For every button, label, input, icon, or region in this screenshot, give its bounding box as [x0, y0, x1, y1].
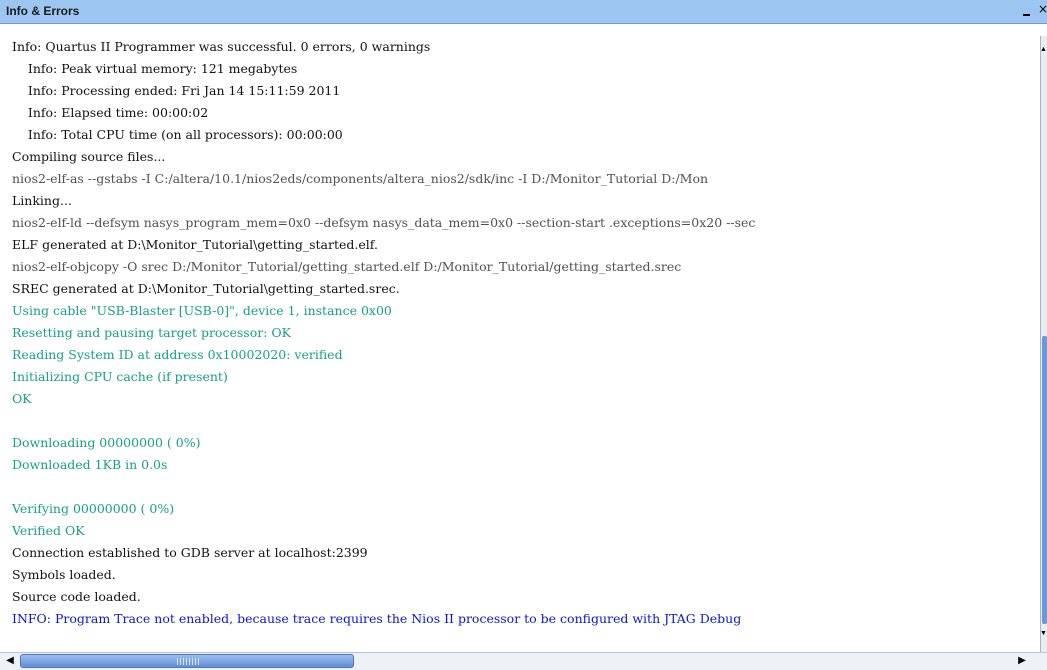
log-line: Info: Quartus II Programmer was successf… — [12, 39, 431, 54]
log-line: Resetting and pausing target processor: … — [12, 325, 291, 340]
log-line: Reading System ID at address 0x10002020:… — [12, 347, 343, 362]
panel-title: Info & Errors — [6, 4, 80, 18]
vertical-scrollbar[interactable]: ▲ ▼ — [1040, 36, 1047, 652]
panel-titlebar: Info & Errors × — [0, 0, 1047, 24]
horizontal-scrollbar[interactable]: ◀ ▶ — [0, 652, 1047, 670]
close-icon[interactable]: × — [1038, 2, 1047, 20]
log-line: Downloading 00000000 ( 0%) — [12, 435, 201, 450]
log-line: ELF generated at D:\Monitor_Tutorial\get… — [12, 237, 378, 252]
log-line: Source code loaded. — [12, 589, 141, 604]
scroll-left-arrow-icon[interactable]: ◀ — [2, 653, 18, 669]
horizontal-scroll-thumb[interactable] — [20, 654, 354, 668]
log-line: nios2-elf-as --gstabs -I C:/altera/10.1/… — [12, 171, 709, 186]
log-line: Linking... — [12, 193, 72, 208]
log-line: Info: Elapsed time: 00:00:02 — [12, 105, 209, 120]
minimize-icon[interactable] — [1021, 2, 1033, 20]
log-line: Connection established to GDB server at … — [12, 545, 368, 560]
log-line: SREC generated at D:\Monitor_Tutorial\ge… — [12, 281, 400, 296]
log-line: Verifying 00000000 ( 0%) — [12, 501, 175, 516]
log-output-pane[interactable]: Info: Quartus II Programmer was successf… — [0, 36, 1040, 652]
log-line: nios2-elf-objcopy -O srec D:/Monitor_Tut… — [12, 259, 682, 274]
log-line: Info: Total CPU time (on all processors)… — [12, 127, 343, 142]
log-line: Symbols loaded. — [12, 567, 116, 582]
vertical-scroll-thumb[interactable] — [1042, 336, 1047, 624]
log-line: Compiling source files... — [12, 149, 166, 164]
log-line: nios2-elf-ld --defsym nasys_program_mem=… — [12, 215, 756, 230]
log-line: Initializing CPU cache (if present) — [12, 369, 228, 384]
scroll-grip — [177, 658, 201, 665]
scroll-right-arrow-icon[interactable]: ▶ — [1014, 653, 1030, 669]
log-line: Info: Peak virtual memory: 121 megabytes — [12, 61, 298, 76]
log-line: Verified OK — [12, 523, 85, 538]
log-line: Downloaded 1KB in 0.0s — [12, 457, 168, 472]
log-line: Using cable "USB-Blaster [USB-0]", devic… — [12, 303, 392, 318]
log-line: Info: Processing ended: Fri Jan 14 15:11… — [12, 83, 341, 98]
log-line: INFO: Program Trace not enabled, because… — [12, 611, 742, 626]
scroll-up-arrow-icon[interactable]: ▲ — [1040, 46, 1047, 53]
log-line: OK — [12, 391, 32, 406]
scroll-down-arrow-icon[interactable]: ▼ — [1040, 630, 1047, 637]
